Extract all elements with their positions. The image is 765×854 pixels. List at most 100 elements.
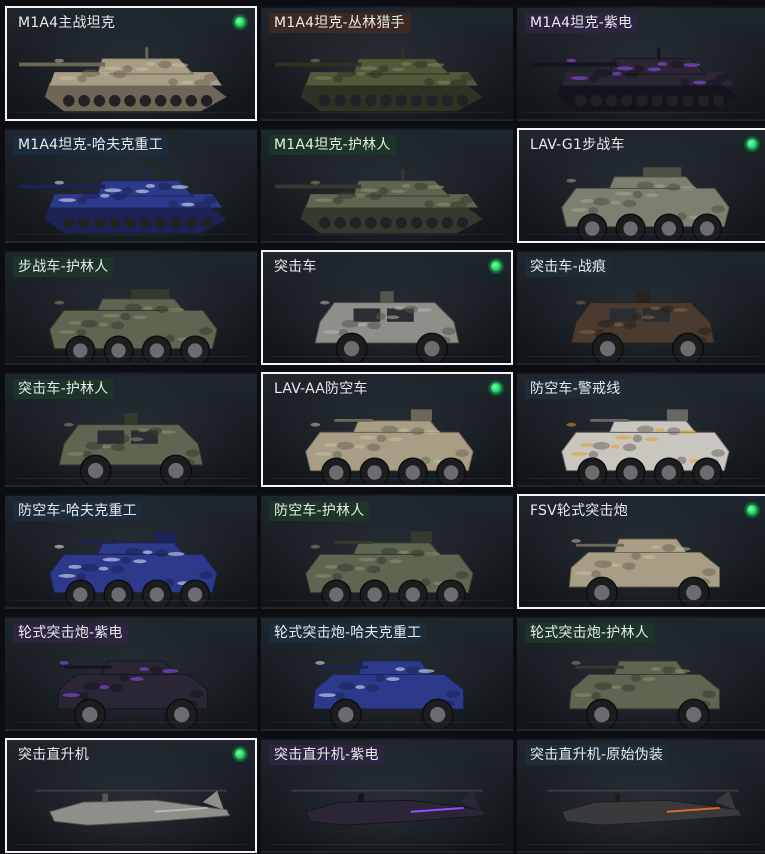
camo-spot <box>122 65 133 73</box>
road-wheel-shape <box>590 95 602 107</box>
vehicle-card[interactable]: M1A4坦克-紫电 <box>517 6 765 121</box>
vehicle-image <box>305 531 474 606</box>
camo-spot <box>642 677 656 681</box>
camo-spot <box>459 73 474 82</box>
antenna-shape <box>657 47 661 60</box>
camo-spot <box>673 669 691 673</box>
camo-spot <box>651 545 661 550</box>
vehicle-card[interactable]: 突击直升机 <box>5 738 257 853</box>
vehicle-card[interactable]: 轮式突击炮-哈夫克重工 <box>261 616 513 731</box>
road-wheel-shape <box>334 217 346 229</box>
camo-spot <box>310 180 321 185</box>
vehicle-card[interactable]: M1A4坦克-哈夫克重工 <box>5 128 257 243</box>
camo-spot <box>375 312 386 321</box>
camo-spot <box>631 674 641 682</box>
road-wheel-shape <box>575 95 587 107</box>
camo-spot <box>110 684 124 692</box>
road-wheel-shape <box>712 95 725 107</box>
camo-spot <box>389 559 403 564</box>
camo-spot <box>59 661 69 665</box>
camo-spot <box>578 330 597 334</box>
road-wheel-shape <box>200 95 213 107</box>
camo-spot <box>657 62 668 66</box>
vehicle-card[interactable]: 轮式突击炮-紫电 <box>5 616 257 731</box>
camo-spot <box>85 441 103 450</box>
equipped-indicator-icon <box>488 380 504 396</box>
vehicle-card[interactable]: FSV轮式突击炮 <box>517 494 765 609</box>
wheel-hub-shape <box>329 587 344 602</box>
camo-spot <box>683 63 701 67</box>
fsv-gun-shape <box>576 543 624 547</box>
vehicle-card[interactable]: LAV-G1步战车 <box>517 128 765 243</box>
vehicle-card[interactable]: 突击直升机-紫电 <box>261 738 513 853</box>
wheel-hub-shape <box>661 465 676 480</box>
vehicle-image <box>547 789 743 832</box>
camo-spot <box>622 562 636 570</box>
camo-spot <box>332 572 343 581</box>
camo-spot <box>654 184 665 189</box>
vehicle-card[interactable]: 轮式突击炮-护林人 <box>517 616 765 731</box>
camo-spot <box>670 60 684 69</box>
wheel-hub-shape <box>699 465 715 480</box>
wheel-hub-shape <box>111 587 126 602</box>
camo-spot <box>423 430 441 434</box>
radar-shape <box>666 409 688 421</box>
camo-spot <box>310 422 321 427</box>
camo-spot <box>398 550 409 555</box>
camo-spot <box>138 428 149 433</box>
vehicle-skin-grid: M1A4主战坦克 M1A4坦克-丛林猎手 M1A4坦克-紫电 M1A4坦克-哈夫克重工… <box>0 0 765 854</box>
equipped-indicator-icon <box>488 258 504 274</box>
vehicle-card[interactable]: 突击车-护林人 <box>5 372 257 487</box>
wheel-hub-shape <box>585 221 600 236</box>
tank-barrel-shape <box>275 62 362 67</box>
camo-spot <box>597 319 615 328</box>
wheel-hub-shape <box>699 221 715 236</box>
camo-spot <box>357 322 367 327</box>
camo-spot <box>337 191 355 200</box>
vehicle-card[interactable]: LAV-AA防空车 <box>261 372 513 487</box>
vehicle-card[interactable]: 防空车-护林人 <box>261 494 513 609</box>
camo-spot <box>394 306 405 311</box>
camo-spot <box>358 435 376 440</box>
camo-spot <box>314 574 332 578</box>
camo-spot <box>623 321 637 330</box>
vehicle-card[interactable]: 突击车 <box>261 250 513 365</box>
camo-spot <box>642 315 656 320</box>
vehicle-image <box>568 660 720 728</box>
camo-spot <box>622 684 636 692</box>
road-wheel-shape <box>380 217 392 229</box>
wheel-hub-shape <box>149 343 164 358</box>
camo-spot <box>631 552 641 560</box>
camo-spot <box>135 189 149 194</box>
camo-spot <box>54 300 65 305</box>
camo-spot <box>58 198 77 203</box>
vehicle-card[interactable]: 防空车-警戒线 <box>517 372 765 487</box>
vehicle-card[interactable]: 防空车-哈夫克重工 <box>5 494 257 609</box>
camo-spot <box>613 322 623 327</box>
wheel-hub-shape <box>405 465 420 480</box>
antenna-shape <box>145 169 149 182</box>
camo-spot <box>622 443 637 452</box>
vehicle-card[interactable]: 突击车-战痕 <box>517 250 765 365</box>
camo-spot <box>593 69 611 78</box>
camo-spot <box>592 441 610 450</box>
camo-spot <box>54 58 65 63</box>
camo-spot <box>82 682 100 690</box>
camo-spot <box>375 674 385 682</box>
road-wheel-shape <box>456 95 469 107</box>
road-wheel-shape <box>395 217 408 229</box>
camo-spot <box>378 65 389 73</box>
road-wheel-shape <box>185 95 197 107</box>
vehicle-card[interactable]: M1A4坦克-丛林猎手 <box>261 6 513 121</box>
camo-spot <box>76 328 87 337</box>
camo-spot <box>401 62 412 66</box>
vehicle-card[interactable]: 突击直升机-原始伪装 <box>517 738 765 853</box>
camo-spot <box>203 195 218 204</box>
vehicle-card[interactable]: 步战车-护林人 <box>5 250 257 365</box>
launcher-shape <box>643 167 682 177</box>
camo-spot <box>437 202 451 207</box>
vehicle-card[interactable]: M1A4坦克-护林人 <box>261 128 513 243</box>
camo-spot <box>591 692 601 700</box>
camo-spot <box>171 185 189 189</box>
vehicle-card[interactable]: M1A4主战坦克 <box>5 6 257 121</box>
